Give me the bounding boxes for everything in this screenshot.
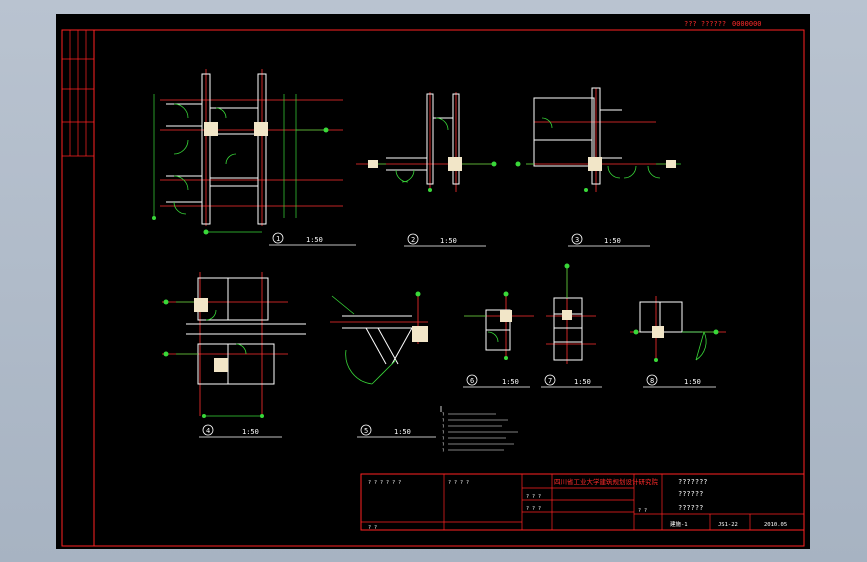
view-4-number: 4 bbox=[206, 427, 210, 435]
view-7-number: 7 bbox=[548, 377, 552, 385]
project-name: 四川省工业大学建筑规划设计研究院 bbox=[554, 477, 659, 486]
view-label-8: 8 1:50 bbox=[643, 374, 716, 388]
view-2-number: 2 bbox=[411, 236, 415, 244]
view-4-scale: 1:50 bbox=[242, 428, 259, 436]
column-marker bbox=[204, 122, 218, 136]
view-3-number: 3 bbox=[575, 236, 579, 244]
column-marker bbox=[652, 326, 664, 338]
plan-view-2 bbox=[356, 92, 497, 192]
sign-cell-4: ? ? ? bbox=[526, 506, 541, 512]
drawing-sheet: ??? ?????? 0000000 1 1:50 2 1:50 3 1:50 … bbox=[56, 14, 810, 549]
column-marker bbox=[194, 298, 208, 312]
notes-block: ? ? ? ? ? ? ? bbox=[440, 406, 518, 453]
inner-frame bbox=[93, 29, 805, 547]
view-label-6: 6 1:50 bbox=[463, 374, 530, 388]
view-5-scale: 1:50 bbox=[394, 428, 411, 436]
plan-view-8 bbox=[630, 296, 726, 362]
drawing-title-line2: ?????? bbox=[678, 490, 703, 498]
plan-view-3 bbox=[515, 87, 681, 192]
sheet-number: JS1-22 bbox=[718, 522, 738, 528]
column-marker bbox=[214, 358, 228, 372]
header-code-left: ??? ?????? bbox=[684, 20, 726, 28]
note-3: ? bbox=[442, 424, 445, 429]
column-marker bbox=[448, 157, 462, 171]
plan-view-6 bbox=[464, 291, 534, 360]
sheet-code: 建施-1 bbox=[670, 520, 688, 528]
note-2: ? bbox=[442, 418, 445, 423]
sign-cell-1: ? ? ? ? ? ? bbox=[368, 480, 401, 486]
column-marker bbox=[254, 122, 268, 136]
note-5: ? bbox=[442, 436, 445, 441]
binding-strip bbox=[62, 30, 94, 157]
column-marker bbox=[500, 310, 512, 322]
view-8-number: 8 bbox=[650, 377, 654, 385]
view-label-5: 5 1:50 bbox=[357, 424, 436, 438]
sign-cell-2: ? ? ? ? bbox=[448, 480, 469, 486]
view-8-scale: 1:50 bbox=[684, 378, 701, 386]
column-marker bbox=[412, 326, 428, 342]
view-5-number: 5 bbox=[364, 427, 368, 435]
sign-cell-6: ? ? bbox=[638, 508, 647, 514]
note-6: ? bbox=[442, 442, 445, 447]
view-label-7: 7 1:50 bbox=[541, 374, 602, 388]
view-label-2: 2 1:50 bbox=[404, 233, 486, 247]
column-marker bbox=[562, 310, 572, 320]
column-marker bbox=[666, 160, 676, 168]
view-3-scale: 1:50 bbox=[604, 237, 621, 245]
note-1: ? bbox=[442, 412, 445, 417]
view-6-scale: 1:50 bbox=[502, 378, 519, 386]
plan-view-1 bbox=[152, 69, 343, 235]
drawing-title-line3: ?????? bbox=[678, 504, 703, 512]
note-7: ? bbox=[442, 448, 445, 453]
header-code-right: 0000000 bbox=[732, 20, 762, 28]
title-block: ? ? ? ? ? ? ? ? ? ? ? ? ? ? ? ? ? ? ? ? … bbox=[360, 473, 805, 531]
sign-cell-5: ? ? bbox=[368, 525, 377, 531]
drawing-date: 2010.05 bbox=[764, 522, 787, 528]
sign-cell-3: ? ? ? bbox=[526, 494, 541, 500]
column-marker bbox=[588, 157, 602, 171]
note-4: ? bbox=[442, 430, 445, 435]
drawing-title-line1: ??????? bbox=[678, 478, 708, 486]
plan-view-7 bbox=[546, 263, 596, 364]
view-2-scale: 1:50 bbox=[440, 237, 457, 245]
plan-view-4 bbox=[162, 272, 306, 418]
view-1-number: 1 bbox=[276, 235, 280, 243]
cad-drawing: ??? ?????? 0000000 1 1:50 2 1:50 3 1:50 … bbox=[61, 20, 805, 547]
plan-view-5 bbox=[330, 291, 428, 385]
view-7-scale: 1:50 bbox=[574, 378, 591, 386]
view-label-3: 3 1:50 bbox=[568, 233, 650, 247]
column-marker bbox=[368, 160, 378, 168]
view-1-scale: 1:50 bbox=[306, 236, 323, 244]
view-label-1: 1 1:50 bbox=[269, 232, 356, 246]
view-label-4: 4 1:50 bbox=[199, 424, 282, 438]
view-6-number: 6 bbox=[470, 377, 474, 385]
